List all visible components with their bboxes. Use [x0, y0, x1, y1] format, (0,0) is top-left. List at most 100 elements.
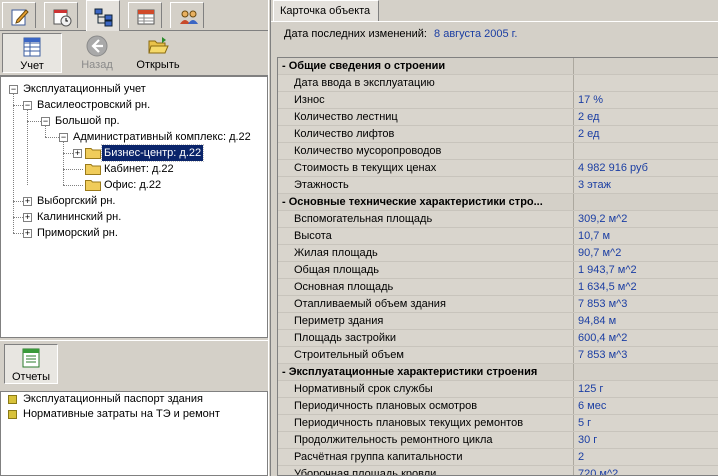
- property-value[interactable]: 94,84 м: [574, 313, 718, 329]
- expand-icon[interactable]: +: [23, 197, 32, 206]
- property-value[interactable]: 600,4 м^2: [574, 330, 718, 346]
- back-arrow-icon: [86, 35, 108, 57]
- tree-node-label: Василеостровский рн.: [37, 99, 151, 111]
- report-item[interactable]: Эксплуатационный паспорт здания: [8, 392, 203, 407]
- property-value[interactable]: 2: [574, 449, 718, 465]
- property-value[interactable]: [574, 75, 718, 91]
- property-name: Продолжительность ремонтного цикла: [278, 432, 574, 448]
- folder-icon: [85, 180, 101, 191]
- property-row[interactable]: Жилая площадь 90,7 м^2: [278, 245, 718, 262]
- property-value[interactable]: [574, 143, 718, 159]
- property-name: Общая площадь: [278, 262, 574, 278]
- section-header-row[interactable]: - Основные технические характеристики ст…: [278, 194, 718, 211]
- tree-connector: [63, 153, 73, 154]
- property-row[interactable]: Количество лифтов 2 ед: [278, 126, 718, 143]
- property-value[interactable]: 2 ед: [574, 126, 718, 142]
- property-value[interactable]: 1 943,7 м^2: [574, 262, 718, 278]
- reports-button[interactable]: Отчеты: [4, 344, 58, 384]
- property-value[interactable]: 4 982 916 руб: [574, 160, 718, 176]
- left-toolbar: Учет Назад Открыть: [0, 31, 268, 76]
- tab-calendar[interactable]: [44, 2, 78, 28]
- property-row[interactable]: Периметр здания 94,84 м: [278, 313, 718, 330]
- property-row[interactable]: Дата ввода в эксплуатацию: [278, 75, 718, 92]
- open-button[interactable]: Открыть: [130, 33, 186, 73]
- back-button[interactable]: Назад: [72, 33, 122, 73]
- property-value[interactable]: 1 634,5 м^2: [574, 279, 718, 295]
- tab-users[interactable]: [170, 2, 204, 28]
- collapse-icon[interactable]: −: [9, 85, 18, 94]
- property-row[interactable]: Отапливаемый объем здания 7 853 м^3: [278, 296, 718, 313]
- property-value[interactable]: 720 м^2: [574, 466, 718, 475]
- tab-table[interactable]: [128, 2, 162, 28]
- property-value[interactable]: 5 г: [574, 415, 718, 431]
- property-row[interactable]: Этажность 3 этаж: [278, 177, 718, 194]
- object-tree[interactable]: − Эксплуатационный учет − Василеостровск…: [0, 76, 268, 338]
- property-value[interactable]: 125 г: [574, 381, 718, 397]
- property-value[interactable]: 3 этаж: [574, 177, 718, 193]
- property-value[interactable]: 7 853 м^3: [574, 296, 718, 312]
- report-item[interactable]: Нормативные затраты на ТЭ и ремонт: [8, 407, 220, 422]
- expand-icon[interactable]: +: [73, 149, 82, 158]
- property-grid[interactable]: - Общие сведения о строении Дата ввода в …: [277, 57, 718, 476]
- tree-connector: [63, 141, 64, 185]
- property-value[interactable]: [574, 58, 718, 74]
- tab-divider: [271, 21, 718, 22]
- property-value[interactable]: [574, 364, 718, 380]
- property-row[interactable]: Вспомогательная площадь 309,2 м^2: [278, 211, 718, 228]
- property-value[interactable]: 309,2 м^2: [574, 211, 718, 227]
- left-pane: Учет Назад Открыть − Эксплуатационный уч…: [0, 0, 268, 476]
- property-name: Количество лифтов: [278, 126, 574, 142]
- property-row[interactable]: Общая площадь 1 943,7 м^2: [278, 262, 718, 279]
- property-name: Износ: [278, 92, 574, 108]
- property-row[interactable]: Основная площадь 1 634,5 м^2: [278, 279, 718, 296]
- property-row[interactable]: Строительный объем 7 853 м^3: [278, 347, 718, 364]
- tab-objects[interactable]: [86, 0, 120, 31]
- report-item-label: Нормативные затраты на ТЭ и ремонт: [23, 408, 220, 420]
- folder-icon: [85, 148, 101, 159]
- property-value[interactable]: 10,7 м: [574, 228, 718, 244]
- property-row[interactable]: Высота 10,7 м: [278, 228, 718, 245]
- section-header-row[interactable]: - Эксплуатационные характеристики строен…: [278, 364, 718, 381]
- property-row[interactable]: Количество мусоропроводов: [278, 143, 718, 160]
- section-header-row[interactable]: - Общие сведения о строении: [278, 58, 718, 75]
- property-row[interactable]: Расчётная группа капитальности 2: [278, 449, 718, 466]
- tree-node-label: Большой пр.: [55, 115, 120, 127]
- property-row[interactable]: Износ 17 %: [278, 92, 718, 109]
- property-name: Количество лестниц: [278, 109, 574, 125]
- collapse-icon[interactable]: −: [23, 101, 32, 110]
- property-row[interactable]: Периодичность плановых осмотров 6 мес: [278, 398, 718, 415]
- property-value[interactable]: 30 г: [574, 432, 718, 448]
- property-name: Высота: [278, 228, 574, 244]
- property-value[interactable]: 17 %: [574, 92, 718, 108]
- tree-connector: [63, 169, 83, 170]
- section-title: - Общие сведения о строении: [278, 58, 574, 74]
- property-value[interactable]: 90,7 м^2: [574, 245, 718, 261]
- property-value[interactable]: [574, 194, 718, 210]
- expand-icon[interactable]: +: [23, 229, 32, 238]
- property-row[interactable]: Нормативный срок службы 125 г: [278, 381, 718, 398]
- property-name: Количество мусоропроводов: [278, 143, 574, 159]
- collapse-icon[interactable]: −: [59, 133, 68, 142]
- property-name: Этажность: [278, 177, 574, 193]
- property-name: Жилая площадь: [278, 245, 574, 261]
- property-value[interactable]: 7 853 м^3: [574, 347, 718, 363]
- tree-node-label: Эксплуатационный учет: [23, 83, 146, 95]
- tab-object-card[interactable]: Карточка объекта: [273, 0, 379, 21]
- property-value[interactable]: 2 ед: [574, 109, 718, 125]
- property-row[interactable]: Количество лестниц 2 ед: [278, 109, 718, 126]
- tab-edit[interactable]: [2, 2, 36, 28]
- tree-node-label: Кабинет: д.22: [104, 163, 174, 175]
- property-row[interactable]: Периодичность плановых текущих ремонтов 5…: [278, 415, 718, 432]
- property-row[interactable]: Уборочная площадь кровли 720 м^2: [278, 466, 718, 475]
- property-row[interactable]: Площадь застройки 600,4 м^2: [278, 330, 718, 347]
- collapse-icon[interactable]: −: [41, 117, 50, 126]
- reports-list: Эксплуатационный паспорт здания Норматив…: [0, 391, 268, 476]
- expand-icon[interactable]: +: [23, 213, 32, 222]
- property-name: Дата ввода в эксплуатацию: [278, 75, 574, 91]
- uchet-button[interactable]: Учет: [2, 33, 62, 73]
- property-row[interactable]: Продолжительность ремонтного цикла 30 г: [278, 432, 718, 449]
- left-tabstrip: [0, 0, 268, 31]
- property-value[interactable]: 6 мес: [574, 398, 718, 414]
- ledger-icon: [23, 37, 41, 57]
- property-row[interactable]: Стоимость в текущих ценах 4 982 916 руб: [278, 160, 718, 177]
